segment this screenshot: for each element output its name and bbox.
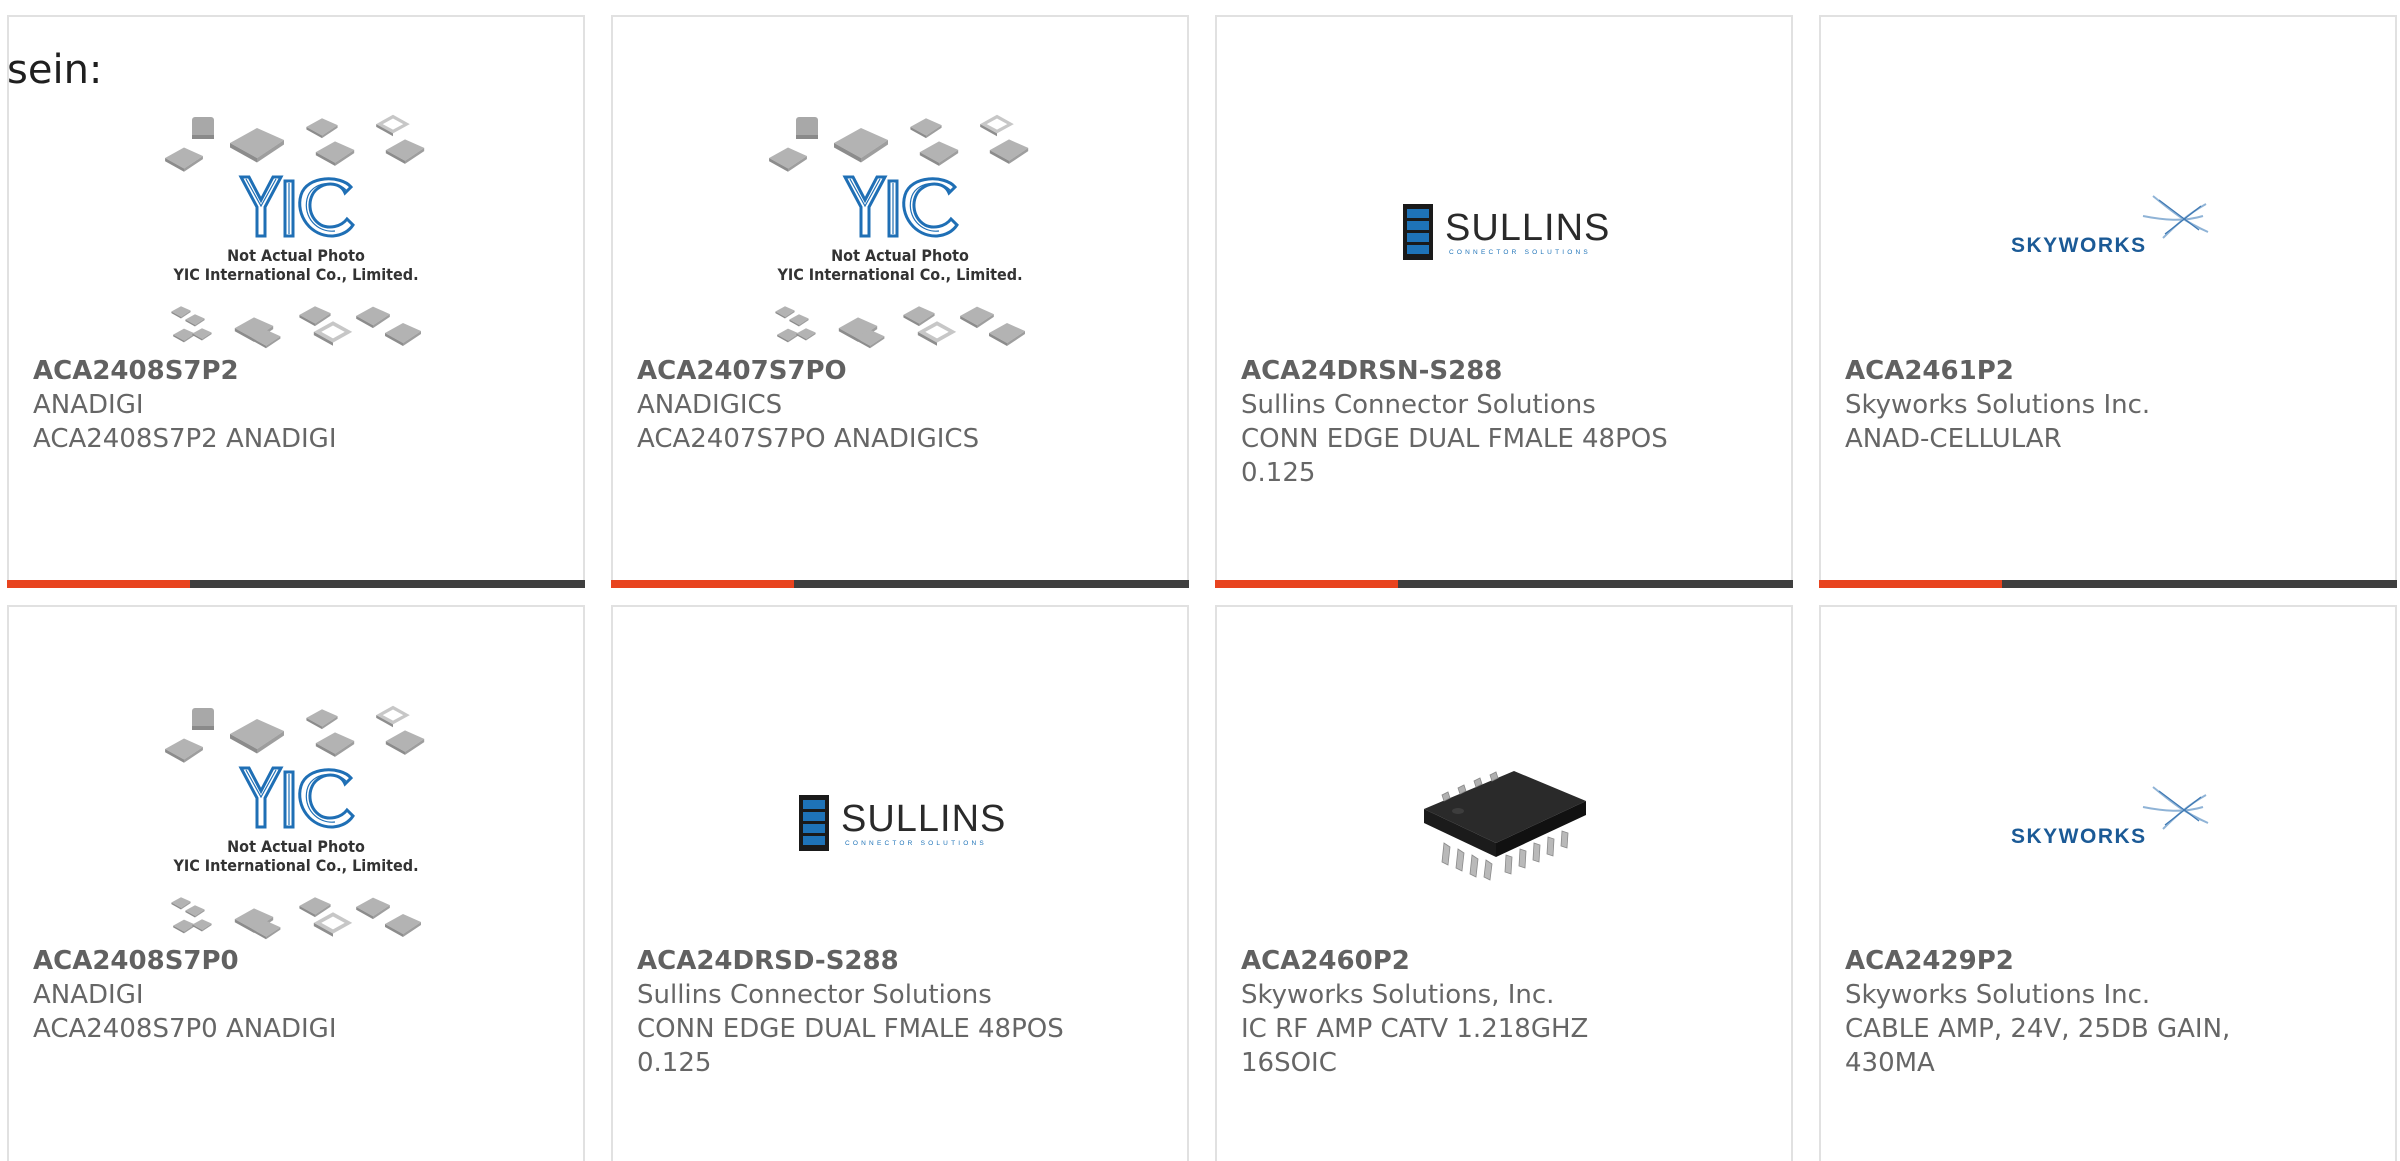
yic-placeholder-image: Not Actual Photo YIC International Co., … xyxy=(769,114,1029,349)
product-card[interactable]: SULLINS CONNECTOR SOLUTIONS ACA24DRSN-S2… xyxy=(1215,15,1793,588)
product-card[interactable]: SKYWORKS ACA2429P2 Skyworks Solutions In… xyxy=(1819,605,2397,1161)
description-line: CONN EDGE DUAL FMALE 48POS xyxy=(637,1014,1064,1044)
yic-caption-line2: YIC International Co., Limited. xyxy=(172,265,418,284)
manufacturer-name: ANADIGI xyxy=(33,980,144,1010)
manufacturer-name: Sullins Connector Solutions xyxy=(1241,390,1596,420)
product-card[interactable]: Not Actual Photo YIC International Co., … xyxy=(7,15,585,588)
product-info: ACA24DRSN-S288 Sullins Connector Solutio… xyxy=(1241,354,1767,490)
card-accent-bar xyxy=(7,580,190,588)
sullins-brand-text: SULLINS xyxy=(841,798,1005,840)
description-line: 430MA xyxy=(1845,1048,1935,1078)
product-thumbnail[interactable]: Not Actual Photo YIC International Co., … xyxy=(613,95,1187,367)
part-number-link[interactable]: ACA2461P2 xyxy=(1845,354,2371,388)
description-line: 0.125 xyxy=(637,1048,712,1078)
product-results-page: sein: Not Actual Photo YIC International… xyxy=(0,0,2400,1161)
yic-placeholder-image: Not Actual Photo YIC International Co., … xyxy=(165,114,425,349)
sullins-tagline-text: CONNECTOR SOLUTIONS xyxy=(845,840,987,847)
sullins-logo-image: SULLINS CONNECTOR SOLUTIONS xyxy=(799,795,1005,851)
product-info: ACA2461P2 Skyworks Solutions Inc. ANAD-C… xyxy=(1845,354,2371,456)
product-thumbnail[interactable]: SKYWORKS xyxy=(1821,686,2395,958)
description-line: ANAD-CELLULAR xyxy=(1845,424,2062,454)
manufacturer-name: ANADIGI xyxy=(33,390,144,420)
manufacturer-name: Skyworks Solutions Inc. xyxy=(1845,390,2151,420)
manufacturer-name: Skyworks Solutions Inc. xyxy=(1845,980,2151,1010)
product-thumbnail[interactable]: SKYWORKS xyxy=(1821,95,2395,367)
description-line: CABLE AMP, 24V, 25DB GAIN, xyxy=(1845,1014,2231,1044)
part-number-link[interactable]: ACA2408S7P0 xyxy=(33,944,559,978)
part-number-link[interactable]: ACA2429P2 xyxy=(1845,944,2371,978)
description-line: CONN EDGE DUAL FMALE 48POS xyxy=(1241,424,1668,454)
product-card[interactable]: Not Actual Photo YIC International Co., … xyxy=(611,15,1189,588)
yic-caption-line2: YIC International Co., Limited. xyxy=(172,856,418,875)
product-card[interactable]: Not Actual Photo YIC International Co., … xyxy=(7,605,585,1161)
description-line: IC RF AMP CATV 1.218GHZ xyxy=(1241,1014,1589,1044)
description-line: 0.125 xyxy=(1241,458,1316,488)
product-card[interactable]: ACA2460P2 Skyworks Solutions, Inc. IC RF… xyxy=(1215,605,1793,1161)
sullins-brand-text: SULLINS xyxy=(1445,207,1609,249)
manufacturer-name: ANADIGICS xyxy=(637,390,783,420)
description-line: 16SOIC xyxy=(1241,1048,1337,1078)
yic-caption-line2: YIC International Co., Limited. xyxy=(776,265,1022,284)
sullins-logo-image: SULLINS CONNECTOR SOLUTIONS xyxy=(1403,204,1609,260)
description-line: ACA2407S7PO ANADIGICS xyxy=(637,424,980,454)
yic-caption-line1: Not Actual Photo xyxy=(831,246,969,265)
part-number-link[interactable]: ACA2408S7P2 xyxy=(33,354,559,388)
manufacturer-name: Sullins Connector Solutions xyxy=(637,980,992,1010)
skyworks-brand-text: SKYWORKS xyxy=(2011,234,2147,257)
product-thumbnail[interactable]: SULLINS CONNECTOR SOLUTIONS xyxy=(613,686,1187,958)
card-accent-bar xyxy=(1819,580,2002,588)
card-bottom-bar xyxy=(7,580,585,588)
part-number-link[interactable]: ACA2407S7PO xyxy=(637,354,1163,388)
product-thumbnail[interactable]: Not Actual Photo YIC International Co., … xyxy=(9,95,583,367)
part-number-link[interactable]: ACA2460P2 xyxy=(1241,944,1767,978)
part-number-link[interactable]: ACA24DRSN-S288 xyxy=(1241,354,1767,388)
product-thumbnail[interactable]: SULLINS CONNECTOR SOLUTIONS xyxy=(1217,95,1791,367)
yic-caption-line1: Not Actual Photo xyxy=(227,246,365,265)
product-thumbnail[interactable]: Not Actual Photo YIC International Co., … xyxy=(9,686,583,958)
part-number-link[interactable]: ACA24DRSD-S288 xyxy=(637,944,1163,978)
product-info: ACA2407S7PO ANADIGICS ACA2407S7PO ANADIG… xyxy=(637,354,1163,456)
product-info: ACA24DRSD-S288 Sullins Connector Solutio… xyxy=(637,944,1163,1080)
card-accent-bar xyxy=(1215,580,1398,588)
soic-chip-photo xyxy=(1424,771,1586,881)
product-info: ACA2460P2 Skyworks Solutions, Inc. IC RF… xyxy=(1241,944,1767,1080)
product-thumbnail[interactable] xyxy=(1217,686,1791,958)
card-accent-bar xyxy=(611,580,794,588)
description-line: ACA2408S7P2 ANADIGI xyxy=(33,424,337,454)
card-bottom-bar xyxy=(1215,580,1793,588)
yic-caption-line1: Not Actual Photo xyxy=(227,837,365,856)
product-card[interactable]: SKYWORKS ACA2461P2 Skyworks Solutions In… xyxy=(1819,15,2397,588)
manufacturer-name: Skyworks Solutions, Inc. xyxy=(1241,980,1555,1010)
yic-placeholder-image: Not Actual Photo YIC International Co., … xyxy=(165,705,425,940)
product-info: ACA2408S7P0 ANADIGI ACA2408S7P0 ANADIGI xyxy=(33,944,559,1046)
sullins-tagline-text: CONNECTOR SOLUTIONS xyxy=(1449,249,1591,256)
leading-text: sein: xyxy=(7,47,103,93)
product-info: ACA2429P2 Skyworks Solutions Inc. CABLE … xyxy=(1845,944,2371,1080)
skyworks-logo-image: SKYWORKS xyxy=(2003,186,2213,276)
description-line: ACA2408S7P0 ANADIGI xyxy=(33,1014,337,1044)
skyworks-logo-image: SKYWORKS xyxy=(2003,777,2213,867)
card-bottom-bar xyxy=(1819,580,2397,588)
product-info: ACA2408S7P2 ANADIGI ACA2408S7P2 ANADIGI xyxy=(33,354,559,456)
skyworks-brand-text: SKYWORKS xyxy=(2011,825,2147,848)
card-bottom-bar xyxy=(611,580,1189,588)
product-card[interactable]: SULLINS CONNECTOR SOLUTIONS ACA24DRSD-S2… xyxy=(611,605,1189,1161)
